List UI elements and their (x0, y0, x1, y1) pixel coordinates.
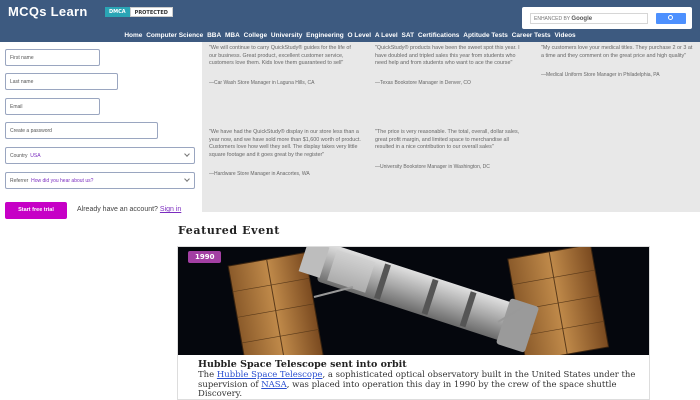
password-placeholder: Create a password (10, 128, 52, 134)
already-account-text: Already have an account? Sign in (77, 206, 181, 213)
nav-item-college[interactable]: College (243, 32, 268, 39)
featured-event-title[interactable]: Hubble Space Telescope sent into orbit (198, 359, 407, 370)
testimonial-author: —Hardware Store Manager in Anacortes, WA (209, 171, 310, 178)
testimonial-quote: "We will continue to carry QuickStudy® g… (209, 45, 351, 67)
hubble-link[interactable]: Hubble Space Telescope (217, 370, 323, 380)
first-name-placeholder: First name (10, 55, 34, 61)
nav-item-university[interactable]: University (270, 32, 303, 39)
sign-in-link[interactable]: Sign in (160, 206, 181, 213)
chevron-down-icon (184, 151, 190, 157)
testimonial: "The price is very reasonable. The total… (375, 129, 525, 171)
nav-item-career-tests[interactable]: Career Tests (511, 32, 552, 39)
nav-item-sat[interactable]: SAT (401, 32, 416, 39)
nav-item-o-level[interactable]: O Level (347, 32, 372, 39)
site-header: MCQs Learn DMCA PROTECTED ENHANCED BY Go… (0, 0, 700, 42)
already-account-label: Already have an account? (77, 206, 158, 213)
nav-item-mba[interactable]: MBA (224, 32, 241, 39)
site-logo[interactable]: MCQs Learn (8, 4, 88, 19)
testimonial: "QuickStudy® products have been the swee… (375, 45, 525, 87)
testimonial-author: —Texas Bookstore Manager in Denver, CO (375, 79, 471, 86)
description-text: The (198, 370, 217, 380)
country-select[interactable]: Country USA (5, 147, 195, 164)
nav-item-bba[interactable]: BBA (206, 32, 222, 39)
testimonial: "My customers love your medical titles. … (541, 45, 693, 80)
testimonial-quote: "My customers love your medical titles. … (541, 45, 693, 59)
referrer-label: Referrer (10, 178, 29, 184)
nav-item-certifications[interactable]: Certifications (417, 32, 461, 39)
dmca-label: DMCA (105, 7, 130, 17)
country-value: USA (30, 153, 41, 159)
first-name-field[interactable]: First name (5, 49, 100, 66)
testimonial-author: —Medical Uniform Store Manager in Philad… (541, 72, 660, 79)
testimonial-quote: "The price is very reasonable. The total… (375, 129, 520, 151)
password-field[interactable]: Create a password (5, 122, 158, 139)
featured-event-card[interactable]: 1990 Hubble Space Telescope sent into or… (177, 246, 650, 400)
testimonial-quote: "We have had the QuickStudy® display in … (209, 129, 361, 158)
last-name-field[interactable]: Last name (5, 73, 118, 90)
search-input[interactable]: ENHANCED BY Google (530, 13, 648, 24)
protected-label: PROTECTED (129, 7, 173, 17)
hubble-telescope-image: 1990 (178, 247, 649, 355)
search-button[interactable] (656, 13, 686, 24)
enhanced-by-label: ENHANCED BY (534, 16, 571, 22)
nav-item-home[interactable]: Home (123, 32, 143, 39)
google-search-widget: ENHANCED BY Google (522, 7, 692, 29)
referrer-select[interactable]: Referrer How did you hear about us? (5, 172, 195, 189)
testimonials-panel: "We will continue to carry QuickStudy® g… (202, 42, 700, 212)
country-label: Country (10, 153, 28, 159)
dmca-badge[interactable]: DMCA PROTECTED (105, 7, 173, 17)
testimonial: "We have had the QuickStudy® display in … (209, 129, 361, 179)
google-brand: Google (571, 16, 593, 22)
hubble-illustration (178, 247, 649, 355)
referrer-value: How did you hear about us? (31, 178, 94, 184)
nav-item-videos[interactable]: Videos (553, 32, 576, 39)
nav-item-computer-science[interactable]: Computer Science (145, 32, 204, 39)
start-free-trial-button[interactable]: Start free trial (5, 202, 67, 219)
search-icon (668, 15, 673, 20)
testimonial-author: —University Bookstore Manager in Washing… (375, 163, 490, 170)
year-badge: 1990 (188, 251, 222, 263)
chevron-down-icon (184, 176, 190, 182)
nasa-link[interactable]: NASA (261, 380, 287, 390)
featured-event-heading: Featured Event (178, 224, 280, 237)
nav-item-a-level[interactable]: A Level (374, 32, 399, 39)
nav-item-aptitude-tests[interactable]: Aptitude Tests (462, 32, 509, 39)
nav-item-engineering[interactable]: Engineering (305, 32, 345, 39)
testimonial-author: —Car Wash Store Manager in Laguna Hills,… (209, 79, 315, 86)
last-name-placeholder: Last name (10, 79, 34, 85)
testimonial-quote: "QuickStudy® products have been the swee… (375, 45, 520, 67)
testimonial: "We will continue to carry QuickStudy® g… (209, 45, 359, 87)
email-field[interactable]: Email (5, 98, 100, 115)
featured-event-description: The Hubble Space Telescope, a sophistica… (198, 370, 638, 399)
main-nav: Home Computer Science BBA MBA College Un… (0, 32, 700, 42)
email-placeholder: Email (10, 104, 23, 110)
